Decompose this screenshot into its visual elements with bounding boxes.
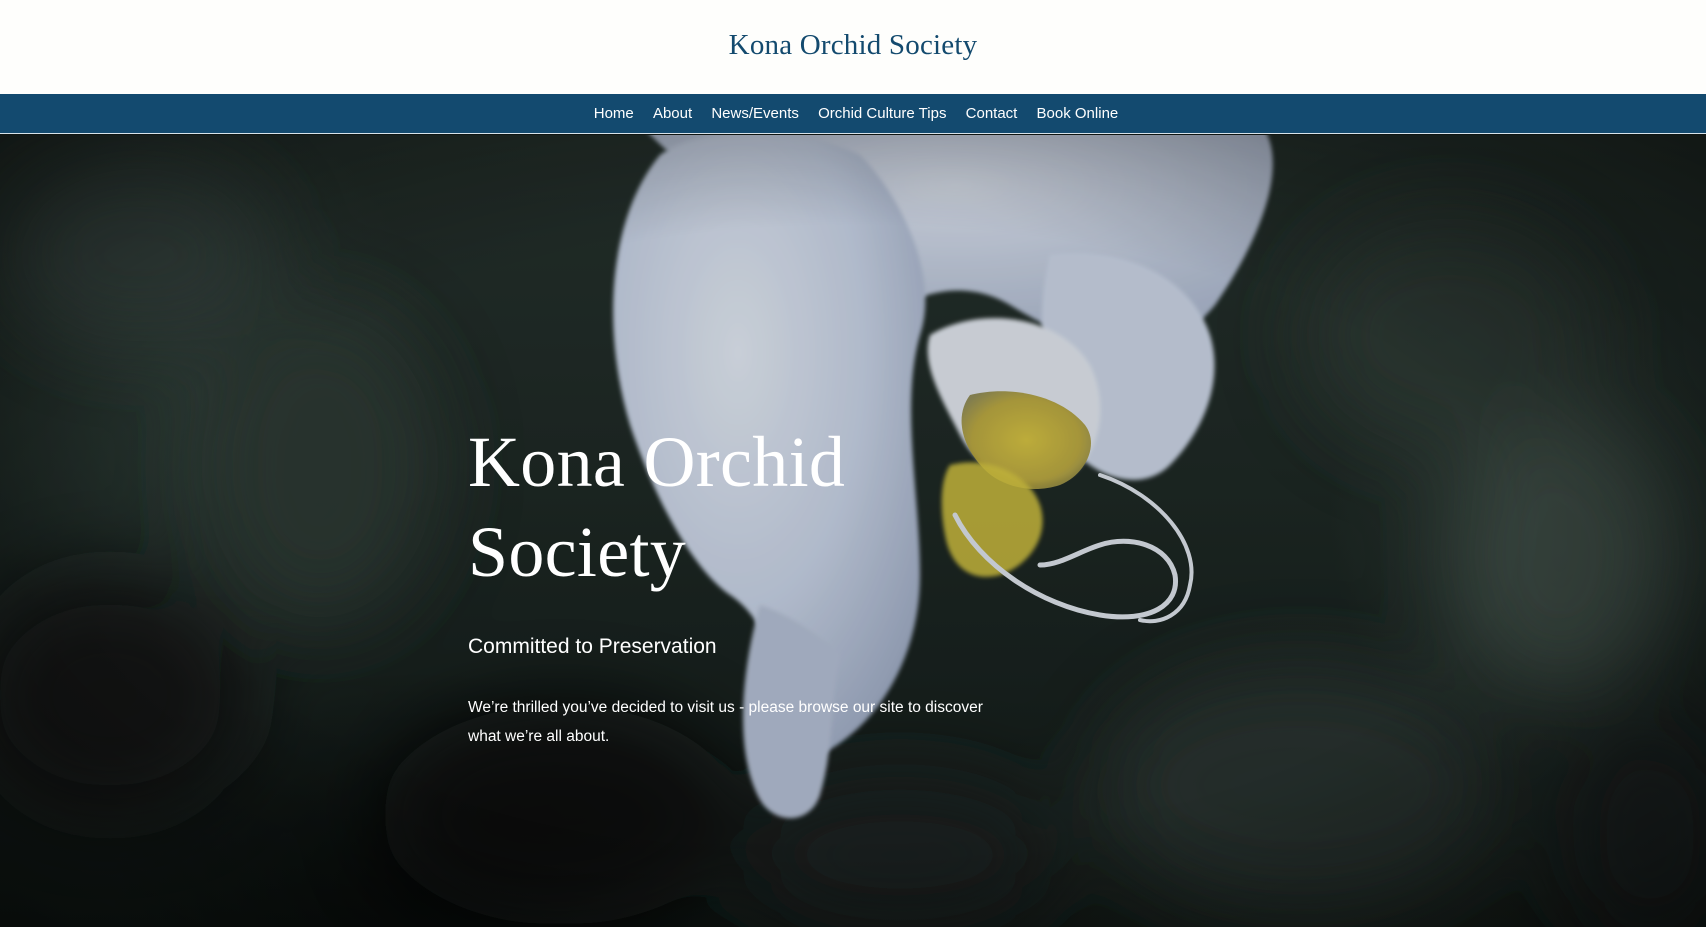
site-title-link[interactable]: Kona Orchid Society xyxy=(729,29,978,62)
hero-welcome-text: We’re thrilled you’ve decided to visit u… xyxy=(468,699,983,745)
hero-content: Kona Orchid Society Committed to Preserv… xyxy=(468,417,1028,751)
nav-item-book-online[interactable]: Book Online xyxy=(1027,105,1128,122)
nav-item-contact[interactable]: Contact xyxy=(956,105,1027,122)
hero-subtitle: Committed to Preservation xyxy=(468,635,717,658)
page: Kona Orchid Society Home About News/Even… xyxy=(0,0,1706,927)
nav-item-home[interactable]: Home xyxy=(584,105,643,122)
nav-item-orchid-culture-tips[interactable]: Orchid Culture Tips xyxy=(808,105,956,122)
hero-title-line-1: Kona Orchid xyxy=(468,422,846,502)
site-header: Kona Orchid Society xyxy=(0,0,1706,94)
nav-item-about[interactable]: About xyxy=(643,105,701,122)
nav-menu: Home About News/Events Orchid Culture Ti… xyxy=(584,105,1128,122)
hero-section: Kona Orchid Society Committed to Preserv… xyxy=(0,135,1706,927)
nav-item-news-events[interactable]: News/Events xyxy=(702,105,809,122)
main-navigation: Home About News/Events Orchid Culture Ti… xyxy=(0,94,1706,134)
hero-title-line-2: Society xyxy=(468,512,687,592)
hero-title: Kona Orchid Society xyxy=(468,417,1028,597)
